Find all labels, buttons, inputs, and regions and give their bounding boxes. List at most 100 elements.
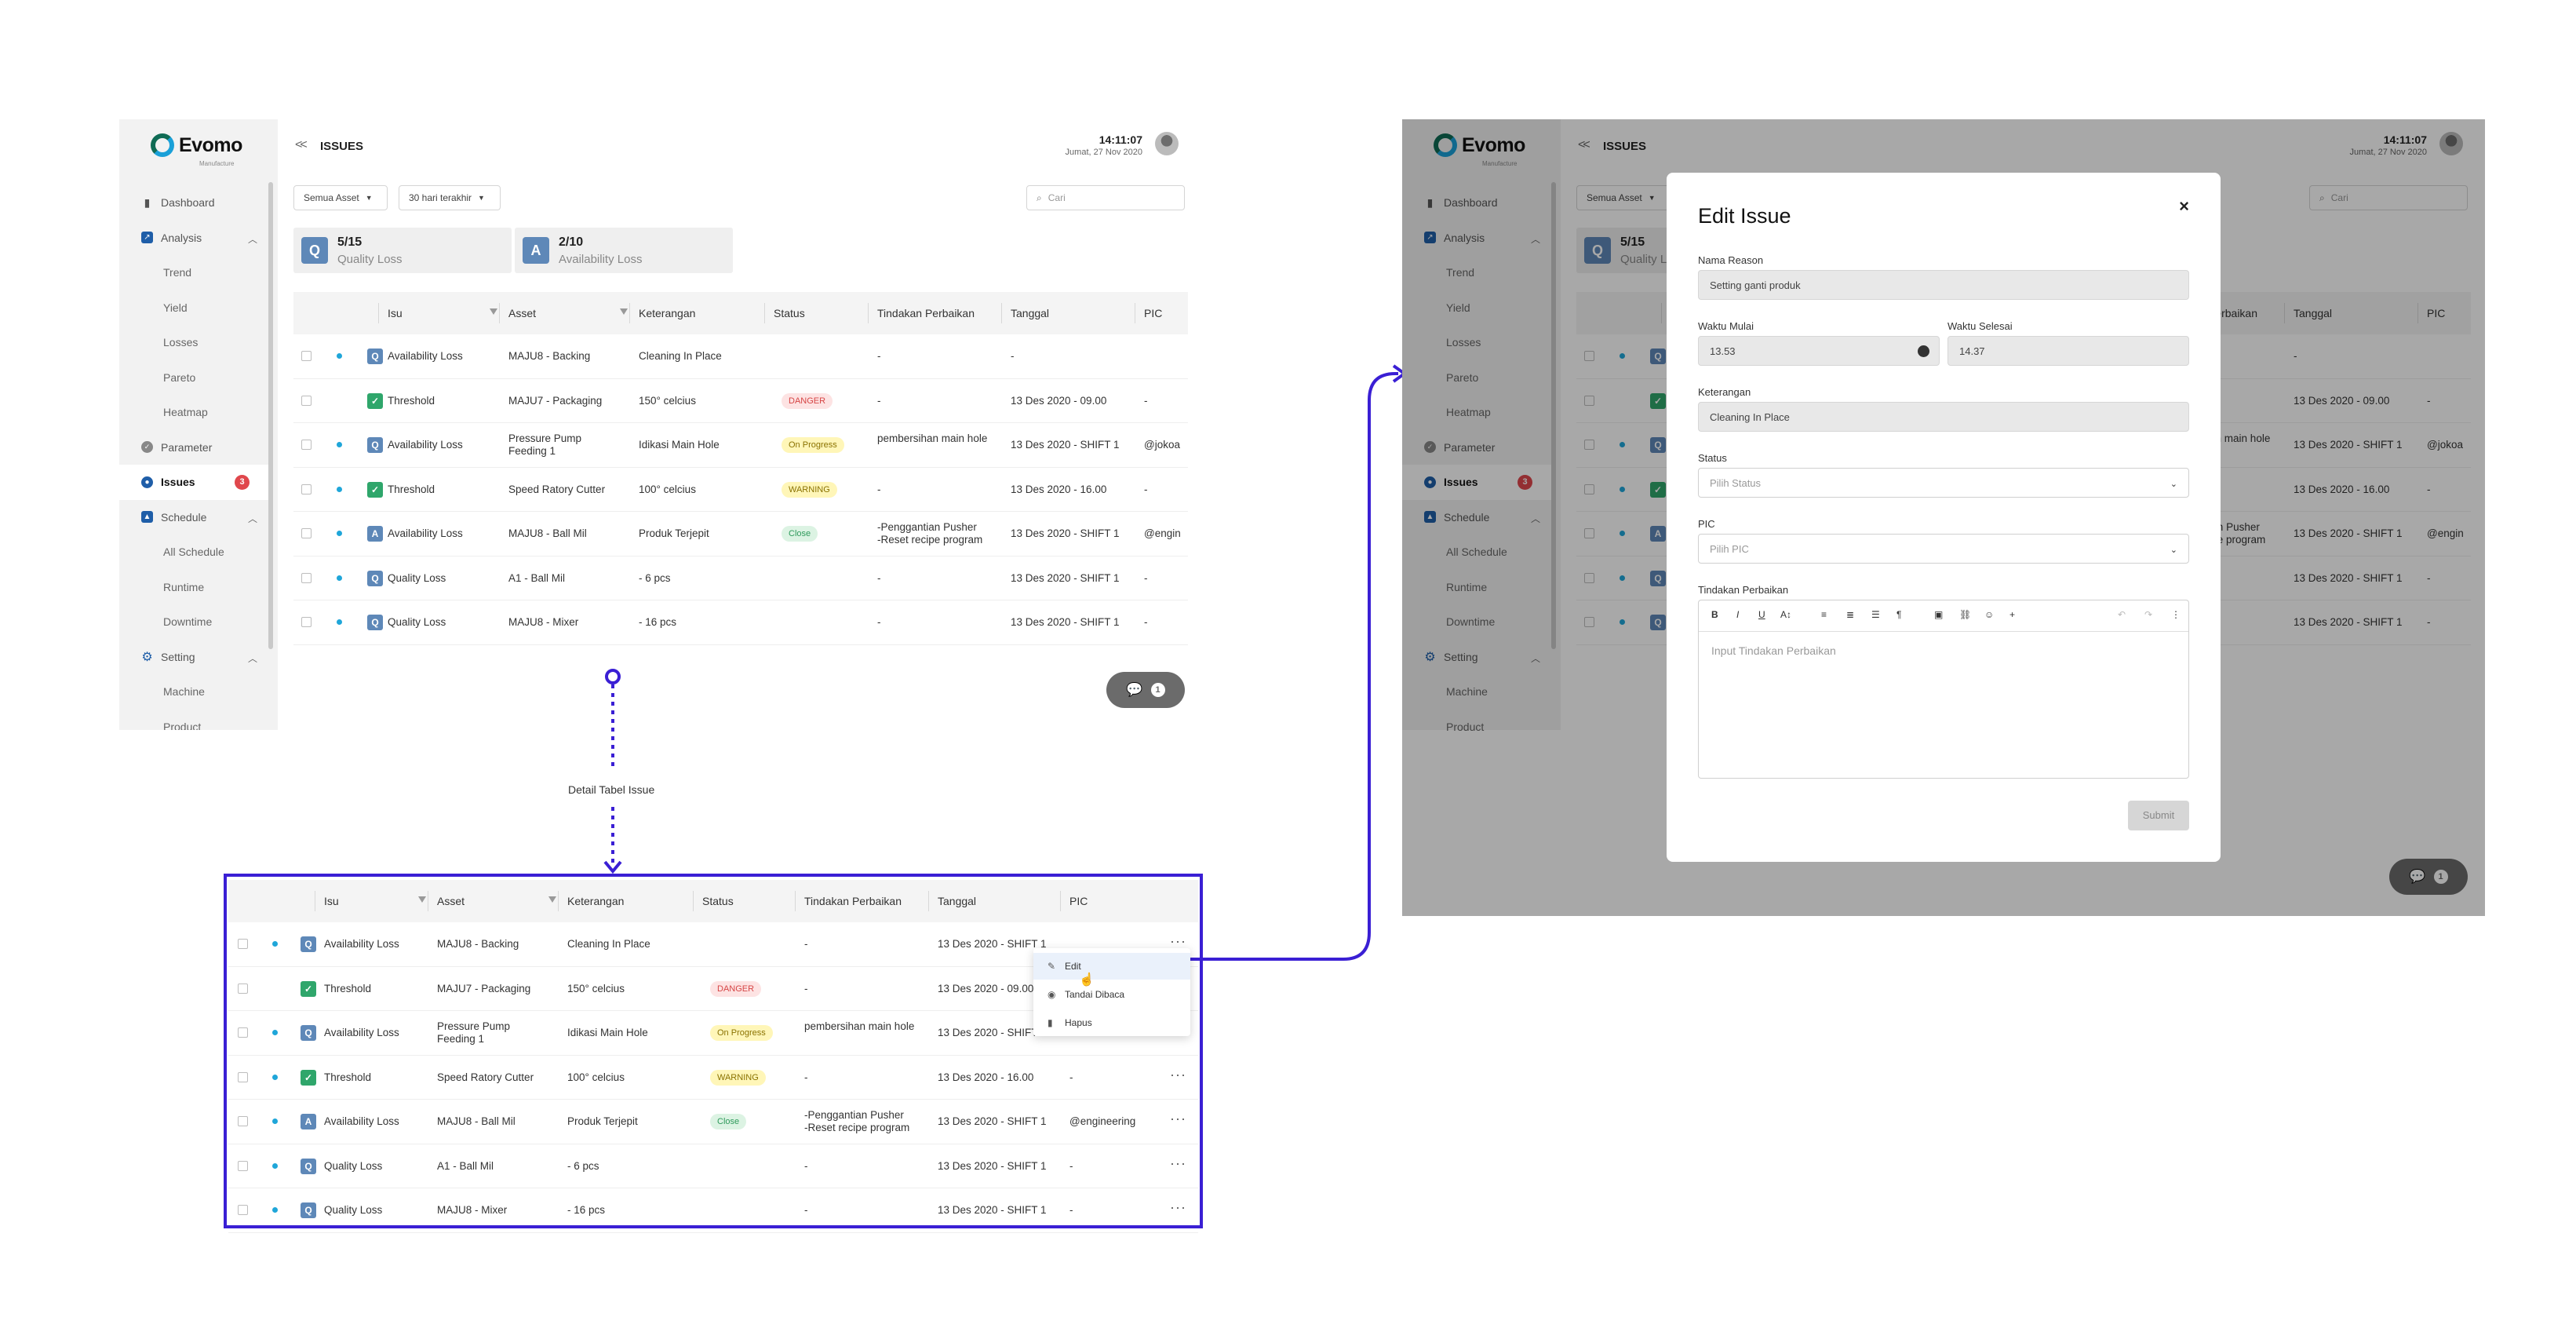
cell-keterangan: Cleaning In Place: [567, 938, 650, 950]
filter-icon[interactable]: [548, 896, 556, 903]
column-separator[interactable]: [1060, 891, 1061, 911]
menu-item-mark-read[interactable]: ◉ Tandai Dibaca: [1033, 981, 1190, 1008]
more-options-icon[interactable]: ···: [1170, 1199, 1186, 1216]
italic-icon[interactable]: I: [1736, 609, 1739, 620]
column-separator[interactable]: [693, 891, 694, 911]
row-checkbox[interactable]: [238, 1205, 248, 1215]
image-icon[interactable]: ▣: [1934, 609, 1943, 620]
detail-table-frame: Isu Asset Keterangan Status Tindakan Perbaik…: [224, 874, 1203, 1233]
unread-dot: [272, 1074, 278, 1080]
menu-item-label: Hapus: [1065, 1017, 1092, 1028]
nama-reason-label: Nama Reason: [1698, 254, 1764, 266]
chevron-down-icon: ⌄: [2170, 546, 2177, 555]
menu-item-delete[interactable]: ▮ Hapus: [1033, 1009, 1190, 1036]
tindakan-rich-text-editor[interactable]: B I U A↕ ≡ ≣ ☰ ¶ ▣ ⛓ ☺ + ↶ ↷ ⋮ Input Tin…: [1698, 600, 2189, 779]
clock-icon[interactable]: [1918, 345, 1929, 357]
column-separator[interactable]: [558, 891, 559, 911]
more-options-icon[interactable]: ···: [1170, 1067, 1186, 1083]
hand-cursor-icon: ☝: [1079, 973, 1095, 987]
row-checkbox[interactable]: [238, 1160, 248, 1171]
cell-isu: Availability Loss: [324, 1027, 399, 1038]
table-row[interactable]: A Availability Loss MAJU8 - Ball Mil Produk…: [228, 1100, 1198, 1144]
cell-tindakan: -: [804, 982, 808, 994]
emoji-icon[interactable]: ☺: [1984, 609, 1994, 620]
more-options-icon[interactable]: ···: [1170, 1155, 1186, 1172]
underline-icon[interactable]: U: [1758, 609, 1765, 620]
header-tanggal[interactable]: Tanggal: [938, 880, 976, 922]
table-row[interactable]: Q Quality Loss MAJU8 - Mixer - 16 pcs - 13 De…: [228, 1188, 1198, 1233]
menu-item-label: Edit: [1065, 961, 1081, 972]
cell-asset: MAJU7 - Packaging: [437, 982, 531, 994]
header-pic[interactable]: PIC: [1069, 880, 1088, 922]
cell-keterangan: Produk Terjepit: [567, 1115, 638, 1127]
column-separator[interactable]: [795, 891, 796, 911]
quality-icon: Q: [301, 1158, 316, 1174]
pic-select[interactable]: Pilih PIC ⌄: [1698, 534, 2189, 564]
cell-tanggal: 13 Des 2020 - SHIFT 1: [938, 1204, 1047, 1216]
header-asset[interactable]: Asset: [437, 880, 465, 922]
unread-dot: [272, 1162, 278, 1169]
row-checkbox[interactable]: [238, 939, 248, 949]
header-tindakan[interactable]: Tindakan Perbaikan: [804, 880, 902, 922]
waktu-mulai-field[interactable]: 13.53: [1698, 336, 1940, 366]
row-checkbox[interactable]: [238, 1071, 248, 1082]
header-keterangan[interactable]: Keterangan: [567, 880, 624, 922]
edit-issue-screen: Evomo Manufacture ▮ Dashboard ↗ Analysis ︿ …: [1402, 119, 2485, 916]
link-icon[interactable]: ⛓: [1959, 609, 1971, 620]
unread-dot: [272, 941, 278, 947]
menu-item-edit[interactable]: ✎ Edit: [1033, 953, 1190, 980]
cell-asset: Speed Ratory Cutter: [437, 1071, 534, 1083]
unread-dot: [272, 1119, 278, 1124]
filter-icon[interactable]: [418, 896, 426, 903]
more-options-icon[interactable]: ···: [1170, 1111, 1186, 1127]
editor-toolbar: B I U A↕ ≡ ≣ ☰ ¶ ▣ ⛓ ☺ + ↶ ↷ ⋮: [1699, 600, 2188, 632]
cell-tanggal: 13 Des 2020 - 09.00: [938, 982, 1034, 994]
more-options-icon[interactable]: ···: [1170, 933, 1186, 950]
tindakan-placeholder: Input Tindakan Perbaikan: [1711, 644, 1836, 657]
cell-tanggal: 13 Des 2020 - SHIFT 1: [938, 1115, 1047, 1127]
undo-icon[interactable]: ↶: [2118, 609, 2126, 620]
nama-reason-field[interactable]: Setting ganti produk: [1698, 270, 2189, 300]
keterangan-label: Keterangan: [1698, 386, 1751, 398]
table-row[interactable]: ✓ Threshold Speed Ratory Cutter 100° celciu…: [228, 1056, 1198, 1100]
quality-icon: Q: [301, 1025, 316, 1041]
waktu-selesai-field[interactable]: 14.37: [1947, 336, 2189, 366]
cell-pic: -: [1069, 1159, 1073, 1172]
row-checkbox[interactable]: [238, 1116, 248, 1126]
row-checkbox[interactable]: [238, 1027, 248, 1038]
chevron-down-icon: ⌄: [2170, 480, 2177, 489]
cell-tanggal: 13 Des 2020 - SHIFT 1: [938, 938, 1047, 950]
pic-label: PIC: [1698, 518, 1715, 530]
align-center-icon[interactable]: ≣: [1846, 609, 1854, 620]
keterangan-value: Cleaning In Place: [1710, 411, 1790, 423]
cell-keterangan: - 16 pcs: [567, 1204, 606, 1216]
align-left-icon[interactable]: ≡: [1821, 609, 1827, 620]
paragraph-icon[interactable]: ¶: [1896, 609, 1901, 620]
font-size-icon[interactable]: A↕: [1780, 609, 1791, 620]
bullet-list-icon[interactable]: ☰: [1871, 609, 1880, 620]
detail-table-label: Detail Tabel Issue: [568, 783, 655, 796]
detail-issues-table: Isu Asset Keterangan Status Tindakan Perbaik…: [228, 880, 1198, 1233]
column-separator[interactable]: [928, 891, 929, 911]
status-badge: WARNING: [710, 1069, 766, 1086]
trash-icon: ▮: [1048, 1017, 1053, 1028]
keterangan-field[interactable]: Cleaning In Place: [1698, 402, 2189, 432]
redo-icon[interactable]: ↷: [2144, 609, 2152, 620]
header-isu[interactable]: Isu: [324, 880, 339, 922]
header-status[interactable]: Status: [702, 880, 734, 922]
status-placeholder: Pilih Status: [1710, 476, 1762, 489]
more-options-icon[interactable]: ⋮: [2171, 609, 2181, 620]
insert-icon[interactable]: +: [2009, 609, 2015, 620]
cell-isu: Threshold: [324, 1071, 372, 1083]
cell-isu: Threshold: [324, 982, 372, 994]
table-row[interactable]: Q Quality Loss A1 - Ball Mil - 6 pcs - 13 Des…: [228, 1144, 1198, 1188]
status-select[interactable]: Pilih Status ⌄: [1698, 468, 2189, 498]
submit-button[interactable]: Submit: [2128, 801, 2189, 830]
cell-tindakan: -Penggantian Pusher -Reset recipe progra…: [804, 1109, 910, 1133]
waktu-selesai-value: 14.37: [1959, 345, 1985, 357]
close-icon[interactable]: ×: [2179, 196, 2189, 217]
tindakan-label: Tindakan Perbaikan: [1698, 584, 1789, 596]
bold-icon[interactable]: B: [1711, 609, 1718, 620]
cell-tanggal: 13 Des 2020 - 16.00: [938, 1071, 1034, 1083]
row-checkbox[interactable]: [238, 983, 248, 994]
